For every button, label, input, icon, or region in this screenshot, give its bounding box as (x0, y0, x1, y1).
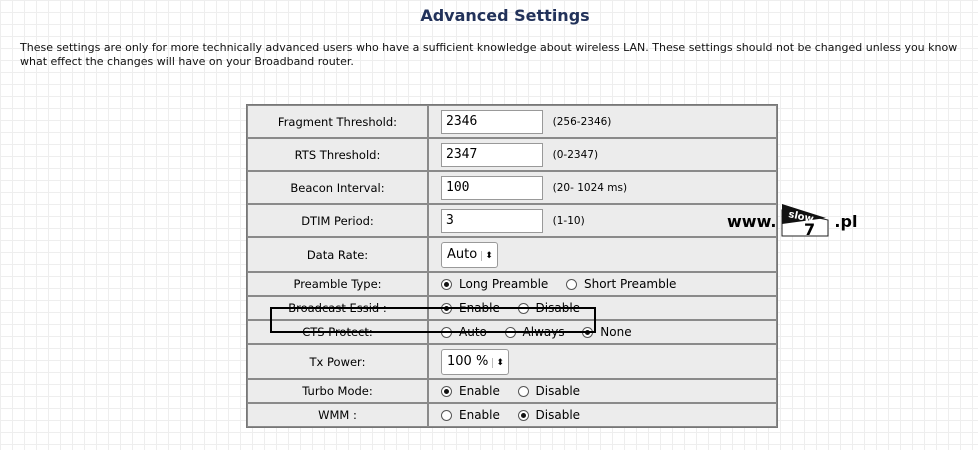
intro-text: These settings are only for more technic… (20, 41, 958, 68)
wmm-label: WMM : (247, 403, 428, 427)
turbo-mode-label: Turbo Mode: (247, 379, 428, 403)
rts-threshold-label: RTS Threshold: (247, 138, 428, 171)
essid-disable-radio[interactable] (517, 302, 529, 314)
turbo-enable-radio[interactable] (441, 385, 452, 397)
essid-disable-label: Disable (535, 301, 581, 316)
wmm-disable-label: Disable (535, 408, 581, 423)
watermark-suffix: .pl (834, 211, 858, 231)
beacon-interval-input[interactable]: 100 (441, 175, 543, 200)
logo-text-bottom: 7 (804, 220, 815, 239)
data-rate-select[interactable]: Auto ⬍ (441, 241, 498, 268)
beacon-interval-label: Beacon Interval: (247, 171, 428, 204)
watermark-prefix: www. (727, 211, 777, 231)
fragment-threshold-label: Fragment Threshold: (247, 105, 428, 138)
row-cts-protect: CTS Protect: Auto Always None (247, 320, 777, 344)
page-title: Advanced Settings (420, 6, 590, 25)
chevron-updown-icon: ⬍ (481, 250, 493, 261)
row-beacon-interval: Beacon Interval: 100 (20- 1024 ms) (247, 171, 777, 204)
wmm-disable-radio[interactable] (517, 409, 529, 421)
beacon-interval-hint: (20- 1024 ms) (552, 181, 628, 194)
row-tx-power: Tx Power: 100 % ⬍ (247, 344, 777, 379)
cts-protect-label: CTS Protect: (247, 320, 428, 344)
row-preamble-type: Preamble Type: Long Preamble Short Pream… (247, 272, 777, 296)
preamble-type-label: Preamble Type: (247, 272, 428, 296)
cts-none-label: None (600, 325, 632, 340)
row-turbo-mode: Turbo Mode: Enable Disable (247, 379, 777, 403)
dtim-period-hint: (1-10) (552, 214, 585, 227)
row-broadcast-essid: Broadcast Essid : Enable Disable (247, 296, 777, 320)
preamble-short-label: Short Preamble (583, 277, 677, 292)
tx-power-value: 100 % (447, 353, 489, 369)
watermark: www. slow 7 .pl (727, 202, 857, 240)
preamble-long-label: Long Preamble (459, 277, 549, 292)
preamble-short-radio[interactable] (565, 278, 577, 290)
wmm-enable-radio[interactable] (441, 409, 452, 421)
broadcast-essid-label: Broadcast Essid : (247, 296, 428, 320)
chevron-updown-icon: ⬍ (492, 357, 504, 368)
rts-threshold-input[interactable]: 2347 (441, 142, 543, 167)
cts-none-radio[interactable] (582, 326, 594, 338)
slow7-logo: slow 7 (778, 202, 832, 240)
wmm-enable-label: Enable (459, 408, 500, 423)
tx-power-select[interactable]: 100 % ⬍ (441, 348, 509, 375)
cts-auto-label: Auto (459, 325, 487, 340)
dtim-period-label: DTIM Period: (247, 204, 428, 237)
row-fragment-threshold: Fragment Threshold: 2346 (256-2346) (247, 105, 777, 138)
cts-auto-radio[interactable] (441, 326, 452, 338)
row-dtim-period: DTIM Period: 3 (1-10) (247, 204, 777, 237)
essid-enable-label: Enable (459, 301, 500, 316)
fragment-threshold-input[interactable]: 2346 (441, 109, 543, 134)
advanced-settings-table: Fragment Threshold: 2346 (256-2346) RTS … (246, 104, 778, 428)
turbo-disable-label: Disable (535, 384, 581, 399)
preamble-long-radio[interactable] (441, 278, 452, 290)
tx-power-label: Tx Power: (247, 344, 428, 379)
row-rts-threshold: RTS Threshold: 2347 (0-2347) (247, 138, 777, 171)
row-data-rate: Data Rate: Auto ⬍ (247, 237, 777, 272)
data-rate-value: Auto (447, 246, 478, 262)
rts-threshold-hint: (0-2347) (552, 148, 599, 161)
cts-always-label: Always (522, 325, 565, 340)
fragment-threshold-hint: (256-2346) (552, 115, 612, 128)
dtim-period-input[interactable]: 3 (441, 208, 543, 233)
row-wmm: WMM : Enable Disable (247, 403, 777, 427)
slow7-logo-icon: slow 7 (781, 204, 829, 239)
cts-always-radio[interactable] (504, 326, 516, 338)
turbo-enable-label: Enable (459, 384, 500, 399)
essid-enable-radio[interactable] (441, 302, 452, 314)
turbo-disable-radio[interactable] (517, 385, 529, 397)
data-rate-label: Data Rate: (247, 237, 428, 272)
